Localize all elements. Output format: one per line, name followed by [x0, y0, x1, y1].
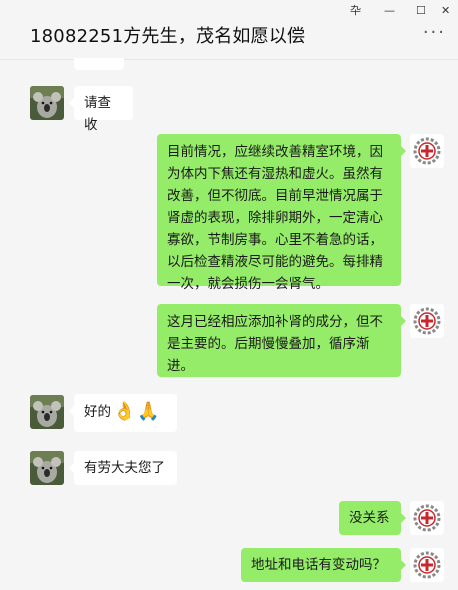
- message-text: 有劳大夫您了: [84, 460, 165, 476]
- koala-avatar-icon[interactable]: [30, 451, 64, 485]
- message-text: 目前情况，应继续改善精室环境，因为体内下焦还有湿热和虚火。虽然有改善，但不彻底。…: [167, 144, 383, 292]
- clinic-logo-avatar-icon[interactable]: [410, 134, 444, 168]
- more-options-button[interactable]: ···: [423, 24, 446, 42]
- clinic-logo-avatar-icon[interactable]: [410, 304, 444, 338]
- message-text: 地址和电话有变动吗？: [251, 557, 386, 573]
- message-text: 请查收: [84, 95, 111, 133]
- message-bubble[interactable]: 好的 👌 🙏: [69, 394, 177, 432]
- message-bubble[interactable]: 没关系: [339, 501, 406, 535]
- minimize-button[interactable]: —: [384, 4, 395, 18]
- maximize-button[interactable]: ☐: [416, 4, 426, 18]
- pin-button[interactable]: 卆: [350, 4, 361, 18]
- message-bubble[interactable]: 目前情况，应继续改善精室环境，因为体内下焦还有湿热和虚火。虽然有改善，但不彻底。…: [157, 134, 406, 292]
- message-text-content: 好的: [84, 404, 111, 420]
- previous-message-bubble-edge: [74, 58, 124, 70]
- chat-title: 18082251方先生，茂名如愿以偿: [30, 26, 306, 47]
- ok-hand-icon: 👌: [113, 401, 136, 422]
- message-bubble[interactable]: 有劳大夫您了: [69, 451, 177, 485]
- koala-avatar-icon[interactable]: [30, 86, 64, 120]
- message-bubble[interactable]: 这月已经相应添加补肾的成分，但不是主要的。后期慢慢叠加，循序渐进。: [157, 304, 406, 377]
- clinic-logo-avatar-icon[interactable]: [410, 501, 444, 535]
- close-button[interactable]: ✕: [441, 4, 450, 18]
- message-bubble[interactable]: 请查收: [69, 86, 133, 133]
- title-bar: 18082251方先生，茂名如愿以偿 卆 — ☐ ✕ ···: [0, 0, 458, 60]
- message-bubble[interactable]: 地址和电话有变动吗？: [241, 548, 406, 582]
- folded-hands-icon: 🙏: [137, 401, 160, 422]
- message-text: 好的 👌 🙏: [84, 401, 167, 423]
- message-text: 这月已经相应添加补肾的成分，但不是主要的。后期慢慢叠加，循序渐进。: [167, 314, 383, 374]
- message-text: 没关系: [349, 510, 390, 526]
- koala-avatar-icon[interactable]: [30, 395, 64, 429]
- clinic-logo-avatar-icon[interactable]: [410, 548, 444, 582]
